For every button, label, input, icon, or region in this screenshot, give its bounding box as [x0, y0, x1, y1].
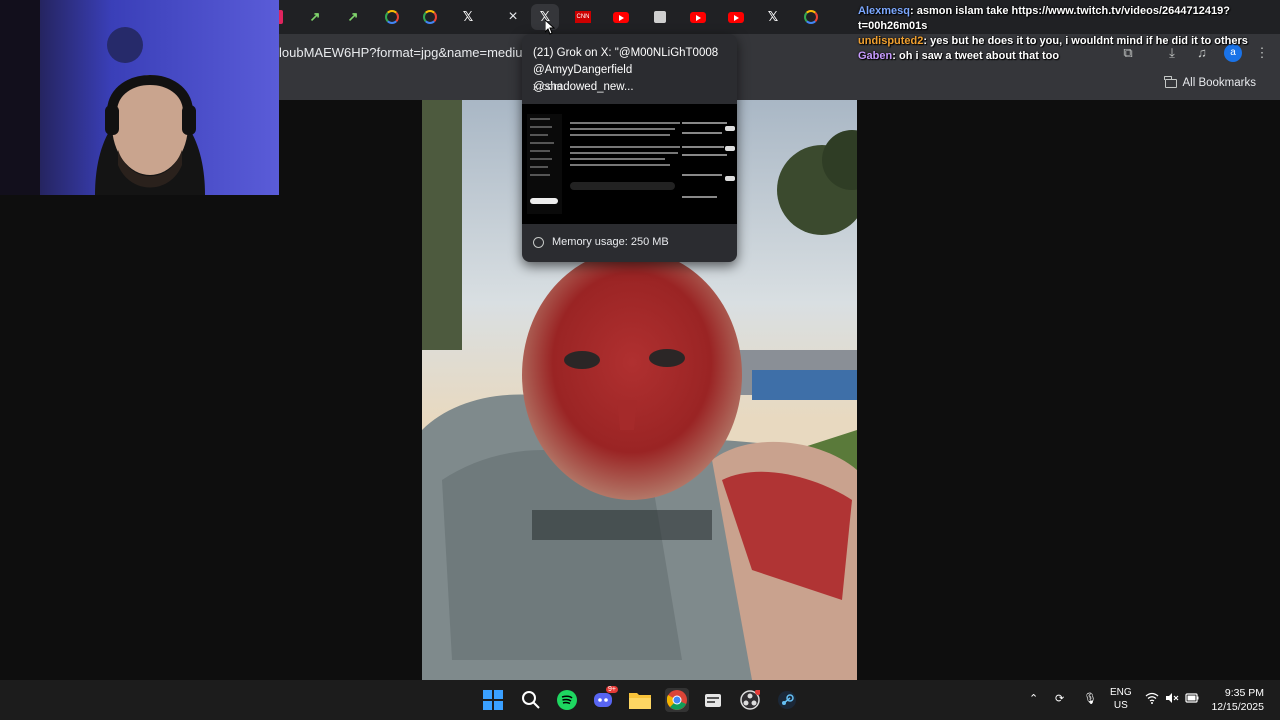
chat-message: undisputed2: yes but he does it to you, … — [858, 35, 1248, 47]
tab-6[interactable]: 𝕏 — [454, 4, 482, 30]
tab-7-close[interactable]: × — [499, 4, 527, 30]
microphone-icon[interactable]: 🎙 — [1083, 692, 1097, 705]
google-icon — [385, 10, 399, 24]
close-icon[interactable]: × — [508, 8, 517, 26]
trend-chart-icon: ↗ — [347, 9, 359, 24]
discord-icon[interactable]: 9+ — [592, 686, 618, 712]
youtube-icon — [728, 11, 744, 23]
hovercard-thumbnail — [522, 104, 737, 224]
tab-5[interactable] — [416, 4, 444, 30]
volume-muted-icon[interactable] — [1165, 692, 1179, 707]
mouse-cursor-icon — [544, 18, 556, 40]
spotify-icon[interactable] — [555, 688, 579, 712]
chat-username: Gaben — [858, 50, 893, 62]
trend-chart-icon: ↗ — [309, 9, 321, 24]
clock-time: 9:35 PM — [1224, 687, 1264, 699]
hovercard-memory: Memory usage: 250 MB — [533, 236, 669, 248]
stream-chat-overlay: Alexmesq: asmon islam take https://www.t… — [858, 4, 1278, 64]
chat-message: Alexmesq: asmon islam take https://www.t… — [858, 5, 1230, 32]
memory-icon — [533, 236, 544, 248]
tab-12[interactable] — [684, 4, 712, 30]
all-bookmarks-label: All Bookmarks — [1182, 77, 1257, 89]
language-indicator[interactable]: ENG US — [1110, 686, 1132, 712]
hovercard-domain: x.com — [533, 81, 563, 93]
chevron-up-icon[interactable]: ⌃ — [1029, 692, 1038, 705]
chat-message: Gaben: oh i saw a tweet about that too — [858, 50, 1060, 62]
tab-9[interactable]: CNN — [569, 4, 597, 30]
address-bar[interactable]: loubMAEW6HP?format=jpg&name=medium — [279, 45, 533, 60]
folder-icon — [1164, 75, 1177, 88]
system-clock[interactable]: 9:35 PM 12/15/2025 — [1208, 686, 1264, 714]
tab-hovercard: (21) Grok on X: "@M00NLiGhT0008 @AmyyDan… — [522, 34, 737, 262]
x-logo-icon: 𝕏 — [462, 9, 474, 25]
youtube-icon — [690, 11, 706, 23]
chrome-icon[interactable] — [665, 688, 689, 712]
cnn-icon: CNN — [575, 11, 591, 23]
x-logo-icon: 𝕏 — [767, 9, 779, 25]
youtube-icon — [613, 11, 629, 23]
file-explorer-icon[interactable] — [628, 688, 652, 712]
language-code: ENG — [1110, 687, 1132, 698]
chat-username: undisputed2 — [858, 35, 924, 47]
battery-icon[interactable] — [1185, 692, 1199, 707]
discord-badge: 9+ — [606, 686, 618, 693]
search-icon[interactable] — [519, 688, 543, 712]
steam-icon[interactable] — [775, 688, 799, 712]
wifi-icon[interactable] — [1145, 692, 1159, 707]
tab-2[interactable]: ↗ — [301, 4, 329, 30]
google-icon — [804, 10, 818, 24]
region-code: US — [1113, 700, 1128, 711]
calendar-icon — [654, 11, 666, 23]
memory-usage-text: Memory usage: 250 MB — [552, 236, 669, 248]
tab-11[interactable] — [646, 4, 674, 30]
obs-icon[interactable] — [738, 688, 762, 712]
hovercard-title: (21) Grok on X: "@M00NLiGhT0008 @AmyyDan… — [533, 47, 719, 93]
tab-14[interactable]: 𝕏 — [759, 4, 787, 30]
sync-icon[interactable]: ⟳ — [1055, 692, 1064, 705]
webcam-overlay — [0, 0, 279, 195]
tab-3[interactable]: ↗ — [339, 4, 367, 30]
tab-4[interactable] — [378, 4, 406, 30]
tab-10[interactable] — [607, 4, 635, 30]
tab-15[interactable] — [797, 4, 825, 30]
tab-13[interactable] — [722, 4, 750, 30]
chat-username: Alexmesq — [858, 5, 910, 17]
chat-text: asmon islam take https://www.twitch.tv/v… — [858, 5, 1230, 32]
google-icon — [423, 10, 437, 24]
chat-text: oh i saw a tweet about that too — [898, 50, 1060, 62]
chat-text: yes but he does it to you, i wouldnt min… — [930, 35, 1248, 47]
all-bookmarks-button[interactable]: All Bookmarks — [1164, 75, 1257, 89]
windows-start-icon[interactable] — [481, 688, 505, 712]
clock-date: 12/15/2025 — [1211, 701, 1264, 713]
app-icon[interactable] — [701, 688, 725, 712]
